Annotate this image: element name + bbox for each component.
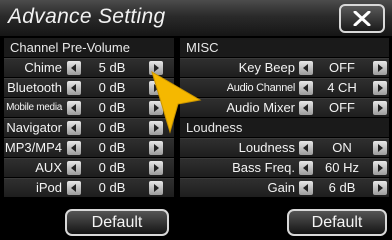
row-label: Mobile media: [6, 102, 62, 113]
pointer-cursor-icon: [151, 70, 202, 134]
row-value: OFF: [329, 60, 355, 75]
row-label: Navigator: [6, 120, 62, 135]
decrease-arrow-icon[interactable]: [299, 181, 313, 195]
setting-row-audio-mixer: Audio Mixer OFF: [180, 98, 389, 117]
decrease-arrow-icon[interactable]: [299, 61, 313, 75]
decrease-arrow-icon[interactable]: [299, 101, 313, 115]
setting-row-audio-channel: Audio Channel 4 CH: [180, 78, 389, 97]
row-label: Gain: [267, 180, 295, 195]
row-value: 0 dB: [98, 180, 126, 195]
row-value: 60 Hz: [325, 160, 359, 175]
setting-row-aux: AUX 0 dB: [4, 158, 174, 177]
loudness-heading: Loudness: [180, 118, 389, 137]
increase-arrow-icon[interactable]: [373, 161, 387, 175]
header-bar: Advance Setting: [0, 0, 392, 37]
row-value: 5 dB: [98, 60, 126, 75]
increase-arrow-icon[interactable]: [149, 161, 163, 175]
close-button[interactable]: [339, 4, 385, 33]
decrease-arrow-icon[interactable]: [299, 81, 313, 95]
setting-row-key-beep: Key Beep OFF: [180, 58, 389, 77]
decrease-arrow-icon[interactable]: [67, 161, 81, 175]
decrease-arrow-icon[interactable]: [67, 101, 81, 115]
row-label: Bluetooth: [7, 80, 62, 95]
page-title: Advance Setting: [8, 5, 166, 28]
row-value: 0 dB: [98, 100, 126, 115]
default-button-left[interactable]: Default: [65, 209, 169, 236]
decrease-arrow-icon[interactable]: [67, 121, 81, 135]
default-button-right[interactable]: Default: [287, 209, 387, 236]
decrease-arrow-icon[interactable]: [299, 161, 313, 175]
setting-row-gain: Gain 6 dB: [180, 178, 389, 197]
setting-row-mobile-media: Mobile media 0 dB: [4, 98, 174, 117]
row-label: iPod: [35, 180, 62, 195]
setting-row-ipod: iPod 0 dB: [4, 178, 174, 197]
row-value: 0 dB: [98, 120, 126, 135]
row-value: 0 dB: [98, 160, 126, 175]
row-label: MP3/MP4: [4, 140, 62, 155]
setting-row-mp3-mp4: MP3/MP4 0 dB: [4, 138, 174, 157]
misc-heading: MISC: [180, 38, 389, 57]
decrease-arrow-icon[interactable]: [67, 141, 81, 155]
row-value: 0 dB: [98, 140, 126, 155]
misc-loudness-panel: MISC Key Beep OFF Audio Channel 4 CH Aud…: [180, 38, 389, 197]
setting-row-chime: Chime 5 dB: [4, 58, 174, 77]
row-label: AUX: [35, 160, 62, 175]
decrease-arrow-icon[interactable]: [67, 61, 81, 75]
row-value: OFF: [329, 100, 355, 115]
row-value: ON: [332, 140, 352, 155]
setting-row-bluetooth: Bluetooth 0 dB: [4, 78, 174, 97]
decrease-arrow-icon[interactable]: [67, 81, 81, 95]
close-x-icon: [353, 11, 371, 26]
decrease-arrow-icon[interactable]: [67, 181, 81, 195]
increase-arrow-icon[interactable]: [373, 101, 387, 115]
increase-arrow-icon[interactable]: [149, 181, 163, 195]
setting-row-bass-freq: Bass Freq. 60 Hz: [180, 158, 389, 177]
increase-arrow-icon[interactable]: [373, 81, 387, 95]
advance-setting-screen: Advance Setting Channel Pre-Volume Chime…: [0, 0, 392, 240]
increase-arrow-icon[interactable]: [373, 61, 387, 75]
increase-arrow-icon[interactable]: [149, 141, 163, 155]
setting-row-loudness: Loudness ON: [180, 138, 389, 157]
row-label: Loudness: [238, 140, 295, 155]
setting-row-navigator: Navigator 0 dB: [4, 118, 174, 137]
increase-arrow-icon[interactable]: [373, 181, 387, 195]
row-value: 4 CH: [327, 80, 357, 95]
channel-pre-volume-panel: Channel Pre-Volume Chime 5 dB Bluetooth …: [4, 38, 174, 197]
row-value: 6 dB: [328, 180, 356, 195]
row-value: 0 dB: [98, 80, 126, 95]
channel-pre-volume-heading: Channel Pre-Volume: [4, 38, 174, 57]
row-label: Chime: [24, 60, 62, 75]
decrease-arrow-icon[interactable]: [299, 141, 313, 155]
increase-arrow-icon[interactable]: [373, 141, 387, 155]
row-label: Bass Freq.: [232, 160, 295, 175]
